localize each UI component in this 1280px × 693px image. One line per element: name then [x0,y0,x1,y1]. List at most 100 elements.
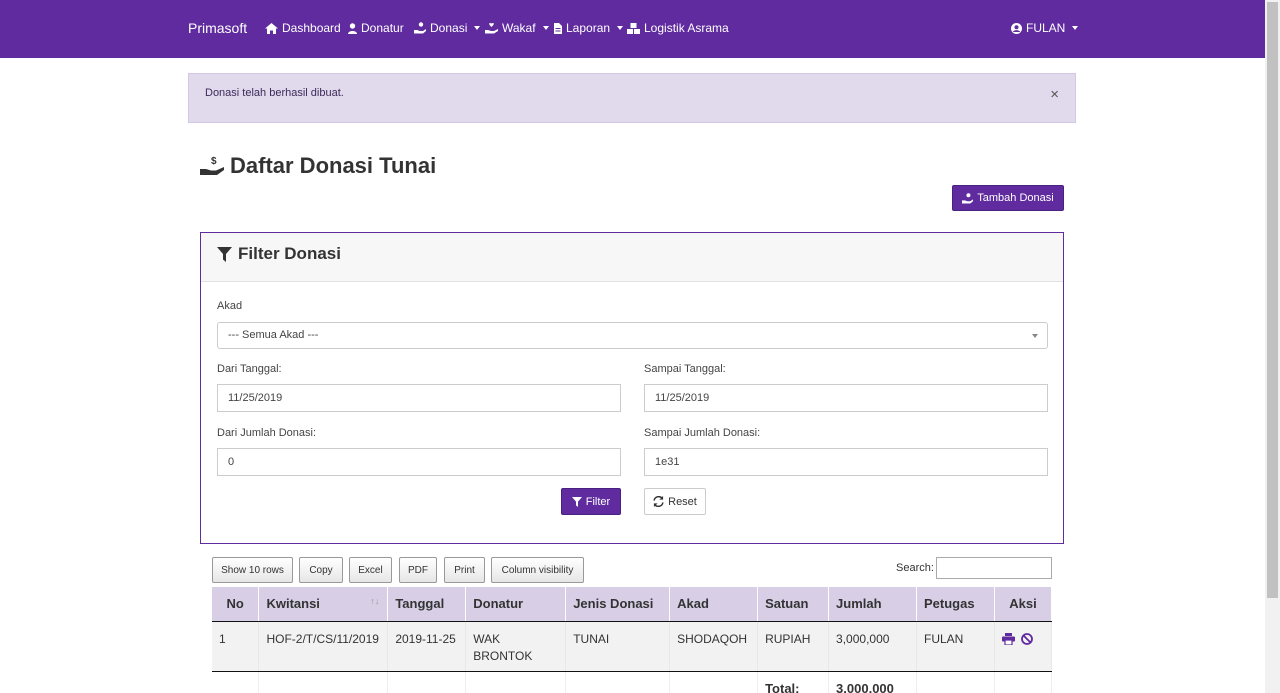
add-donation-button[interactable]: Tambah Donasi [952,185,1064,211]
nav-user-label: FULAN [1026,21,1066,35]
success-alert: Donasi telah berhasil dibuat. × [188,73,1076,123]
svg-text:$: $ [211,156,217,167]
akad-select-value: --- Semua Akad --- [228,329,319,341]
excel-button[interactable]: Excel [349,557,392,583]
page-scrollbar[interactable] [1265,0,1280,693]
cell-aksi [994,621,1053,672]
dari-jumlah-input[interactable]: 0 [217,448,621,476]
cell-kwitansi: HOF-2/T/CS/11/2019 [258,621,389,672]
filter-icon [571,496,582,507]
reset-button[interactable]: Reset [644,488,706,515]
total-value: 3,000,000 [828,671,917,693]
cell-petugas: FULAN [916,621,995,672]
chevron-down-icon [542,26,549,30]
nav-wakaf-label: Wakaf [502,21,536,35]
copy-button[interactable]: Copy [299,557,343,583]
nav-donasi-label: Donasi [430,21,468,35]
chevron-down-icon [1072,26,1079,30]
table-total-row: Total: 3,000,000 [212,671,1053,693]
sort-icon: ↑↓ [370,596,380,606]
nav-donatur[interactable]: Donatur [348,21,404,35]
hand-coin-icon: $ [200,156,224,175]
chevron-down-icon [1032,334,1038,338]
user-icon [348,22,357,34]
cell-jumlah: 3,000,000 [828,621,917,672]
cell-tanggal: 2019-11-25 [387,621,467,672]
show-rows-button[interactable]: Show 10 rows [212,557,293,583]
th-jumlah[interactable]: Jumlah [828,587,917,622]
sampai-jumlah-label: Sampai Jumlah Donasi: [644,427,761,439]
filter-button[interactable]: Filter [561,488,621,515]
hand-coin-icon [962,192,974,204]
th-donatur[interactable]: Donatur [465,587,567,622]
page-title: $ Daftar Donasi Tunai [200,153,436,179]
donation-table: No Kwitansi ↑↓ Tanggal Donatur Jenis Don… [212,587,1053,693]
print-button[interactable]: Print [444,557,485,583]
alert-message: Donasi telah berhasil dibuat. [205,87,344,99]
pdf-button[interactable]: PDF [399,557,437,583]
table-row: 1 HOF-2/T/CS/11/2019 2019-11-25 WAK BRON… [212,621,1053,672]
nav-donasi[interactable]: Donasi [414,21,481,35]
total-label: Total: [757,671,830,693]
search-label: Search: [896,562,934,574]
sampai-jumlah-input[interactable]: 1e31 [644,448,1048,476]
file-icon [554,22,562,34]
reset-button-label: Reset [668,495,697,508]
top-navbar: Primasoft Dashboard Donatur Donasi Wakaf… [0,0,1265,58]
filter-title: Filter Donasi [217,244,341,264]
brand-link[interactable]: Primasoft [188,20,247,36]
add-donation-label: Tambah Donasi [977,192,1054,204]
nav-wakaf[interactable]: Wakaf [485,21,549,35]
th-tanggal[interactable]: Tanggal [387,587,467,622]
ban-icon[interactable] [1021,633,1034,646]
nav-dashboard-label: Dashboard [282,21,341,35]
refresh-icon [653,496,664,507]
nav-donatur-label: Donatur [361,21,404,35]
chevron-down-icon [474,26,481,30]
akad-select[interactable]: --- Semua Akad --- [217,322,1048,349]
filter-header: Filter Donasi [201,233,1063,282]
cell-donatur: WAK BRONTOK [465,621,567,672]
cell-akad: SHODAQOH [669,621,759,672]
akad-label: Akad [217,300,243,312]
dari-tanggal-input[interactable]: 11/25/2019 [217,384,621,412]
user-circle-icon [1011,22,1022,34]
page-title-text: Daftar Donasi Tunai [230,153,437,178]
nav-laporan[interactable]: Laporan [554,21,624,35]
filter-icon [217,246,232,262]
th-jenis-donasi[interactable]: Jenis Donasi [565,587,671,622]
close-icon[interactable]: × [1050,87,1059,102]
hand-heart-icon [485,22,498,34]
th-satuan[interactable]: Satuan [757,587,830,622]
th-no[interactable]: No [212,587,260,622]
sampai-tanggal-label: Sampai Tanggal: [644,363,726,375]
th-petugas[interactable]: Petugas [916,587,995,622]
dari-tanggal-label: Dari Tanggal: [217,363,282,375]
filter-title-text: Filter Donasi [238,244,341,263]
dari-jumlah-label: Dari Jumlah Donasi: [217,427,317,439]
filter-card: Filter Donasi Akad --- Semua Akad --- Da… [200,232,1064,544]
chevron-down-icon [617,26,624,30]
nav-logistik-asrama[interactable]: Logistik Asrama [627,21,729,35]
cell-satuan: RUPIAH [757,621,830,672]
filter-button-label: Filter [585,495,611,508]
nav-dashboard[interactable]: Dashboard [265,21,341,35]
scrollbar-thumb[interactable] [1267,2,1278,598]
sampai-tanggal-input[interactable]: 11/25/2019 [644,384,1048,412]
print-icon[interactable] [1001,633,1015,646]
nav-user-menu[interactable]: FULAN [1011,21,1079,35]
hand-coin-icon [414,22,426,34]
nav-logistik-label: Logistik Asrama [644,21,729,35]
cubes-icon [627,22,640,34]
column-visibility-button[interactable]: Column visibility [491,557,584,583]
cell-no: 1 [212,621,260,672]
nav-laporan-label: Laporan [566,21,611,35]
th-kwitansi[interactable]: Kwitansi ↑↓ [258,587,389,622]
th-akad[interactable]: Akad [669,587,759,622]
home-icon [265,22,278,34]
table-header-row: No Kwitansi ↑↓ Tanggal Donatur Jenis Don… [212,587,1053,622]
th-kwitansi-label: Kwitansi [266,596,320,612]
search-input[interactable] [936,557,1052,579]
th-aksi: Aksi [994,587,1053,622]
cell-jenis: TUNAI [565,621,671,672]
